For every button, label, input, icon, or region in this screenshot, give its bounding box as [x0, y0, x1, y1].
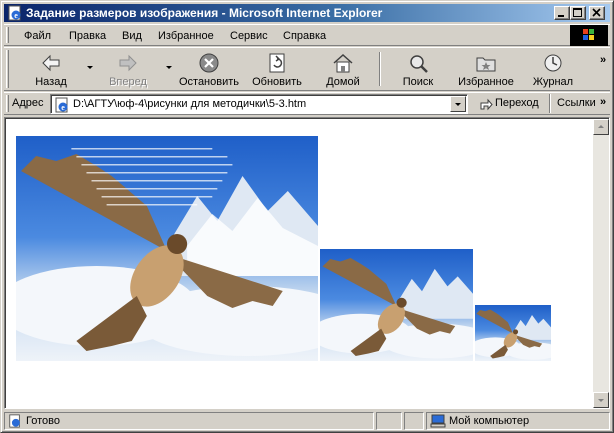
favorites-button[interactable]: Избранное	[452, 50, 520, 90]
back-button[interactable]: Назад	[22, 50, 80, 90]
ie-page-icon: e	[8, 5, 21, 21]
history-icon	[544, 54, 562, 72]
close-button[interactable]	[589, 6, 605, 20]
security-zone-pane: Мой компьютер	[426, 412, 610, 430]
favorites-label: Избранное	[458, 76, 514, 88]
eagle-image-medium	[320, 249, 473, 361]
address-label: Адрес	[12, 97, 44, 109]
go-arrow-icon	[480, 98, 493, 111]
computer-icon	[430, 414, 446, 428]
address-input[interactable]	[73, 97, 443, 111]
address-dropdown-button[interactable]	[450, 96, 466, 112]
maximize-button[interactable]	[570, 6, 586, 20]
home-label: Домой	[326, 76, 360, 88]
toolbar-overflow-chevron-icon[interactable]: »	[600, 54, 606, 66]
svg-text:e: e	[14, 11, 18, 20]
home-button[interactable]: Домой	[320, 50, 366, 90]
search-label: Поиск	[402, 76, 434, 88]
history-button[interactable]: Журнал	[526, 50, 580, 90]
svg-text:e: e	[61, 103, 65, 112]
menu-favorites[interactable]: Избранное	[158, 28, 214, 44]
eagle-image-large	[16, 136, 318, 361]
minimize-icon	[558, 15, 564, 17]
forward-dropdown-arrow[interactable]	[166, 66, 172, 69]
menu-file[interactable]: Файл	[24, 28, 51, 44]
page-done-icon	[9, 414, 20, 428]
go-button[interactable]: Переход	[476, 95, 546, 113]
scroll-down-button[interactable]	[593, 392, 609, 408]
stop-label: Остановить	[178, 76, 240, 88]
status-pane-1	[376, 412, 402, 430]
address-field[interactable]: e	[50, 94, 468, 114]
addressbar-grip[interactable]	[6, 95, 9, 112]
windows-flag-icon	[583, 29, 594, 40]
page-content	[4, 117, 610, 409]
forward-arrow-icon	[119, 54, 137, 72]
back-arrow-icon	[42, 54, 60, 72]
menu-edit[interactable]: Правка	[69, 28, 106, 44]
go-label: Переход	[495, 97, 539, 109]
search-button[interactable]: Поиск	[394, 50, 442, 90]
menu-tools[interactable]: Сервис	[230, 28, 268, 44]
history-label: Журнал	[532, 76, 574, 88]
stop-icon	[199, 53, 219, 73]
close-icon	[592, 8, 601, 17]
scroll-up-button[interactable]	[593, 119, 609, 135]
page-icon: e	[55, 97, 68, 113]
back-label: Назад	[35, 76, 67, 88]
forward-button[interactable]: Вперед	[96, 50, 160, 90]
menu-bar: Файл Правка Вид Избранное Сервис Справка	[4, 24, 610, 46]
menu-help[interactable]: Справка	[283, 28, 326, 44]
favorites-folder-icon	[476, 57, 496, 72]
refresh-icon	[269, 53, 285, 73]
address-bar: Адрес e Переход Ссылки »	[4, 92, 610, 115]
status-pane-2	[404, 412, 424, 430]
links-button[interactable]: Ссылки	[557, 97, 596, 109]
eagle-image-small	[475, 305, 551, 361]
home-icon	[333, 53, 353, 73]
vertical-scrollbar[interactable]	[593, 119, 609, 408]
standard-toolbar: Назад Вперед Остановить Обновить Домой П…	[4, 47, 610, 91]
links-overflow-chevron-icon[interactable]: »	[600, 96, 606, 108]
zone-text: Мой компьютер	[449, 415, 530, 427]
toolbar-separator	[379, 52, 381, 86]
status-bar: Готово Мой компьютер	[4, 411, 610, 431]
toolbar-grip[interactable]	[6, 50, 9, 88]
status-text: Готово	[26, 415, 60, 427]
back-dropdown-arrow[interactable]	[87, 66, 93, 69]
windows-logo	[570, 25, 608, 46]
stop-button[interactable]: Остановить	[176, 50, 242, 90]
title-bar[interactable]: e Задание размеров изображения - Microso…	[4, 4, 610, 22]
menubar-grip[interactable]	[6, 27, 9, 43]
search-icon	[410, 55, 428, 73]
links-separator	[549, 94, 551, 113]
minimize-button[interactable]	[554, 6, 570, 20]
forward-label: Вперед	[109, 76, 147, 88]
status-text-pane: Готово	[4, 412, 374, 430]
refresh-button[interactable]: Обновить	[248, 50, 306, 90]
window-title: Задание размеров изображения - Microsoft…	[26, 6, 383, 20]
browser-window: e Задание размеров изображения - Microso…	[0, 0, 614, 433]
maximize-icon	[573, 8, 582, 17]
menu-view[interactable]: Вид	[122, 28, 142, 44]
refresh-label: Обновить	[252, 76, 302, 88]
